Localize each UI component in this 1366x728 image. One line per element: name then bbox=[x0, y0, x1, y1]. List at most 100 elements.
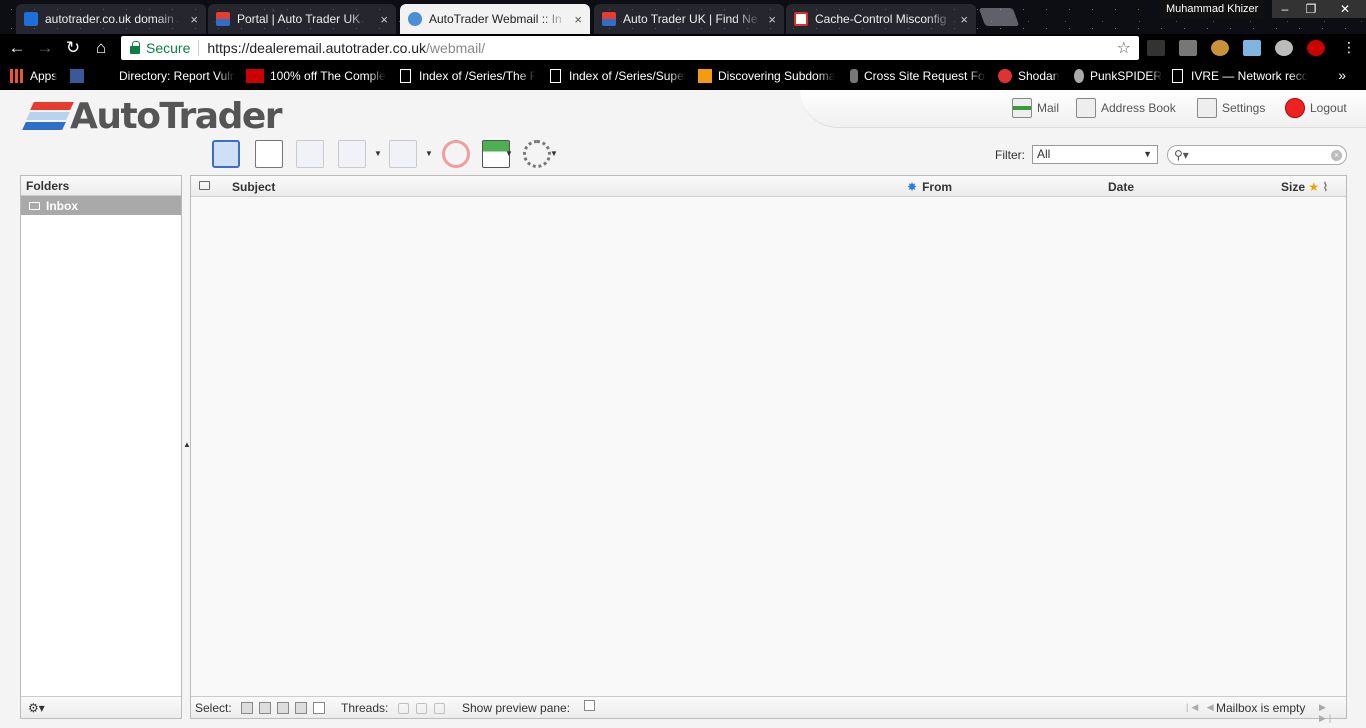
forward-button[interactable] bbox=[389, 140, 417, 168]
forward-dropdown-icon[interactable]: ▼ bbox=[425, 149, 433, 158]
refresh-button[interactable] bbox=[212, 140, 240, 168]
flag-icon: ✸ bbox=[907, 180, 918, 194]
folder-actions-menu[interactable]: ⚙▾ bbox=[21, 696, 181, 718]
more-dropdown-icon[interactable]: ▼ bbox=[550, 149, 558, 158]
document-icon bbox=[1172, 69, 1183, 83]
column-subject[interactable]: Subject bbox=[232, 180, 275, 194]
maximize-button[interactable]: ❐ bbox=[1298, 0, 1324, 18]
bookmark-punkspider[interactable]: PunkSPIDER bbox=[1074, 62, 1164, 90]
back-arrow-icon[interactable]: ← bbox=[6, 37, 28, 59]
tab-favicon-icon bbox=[408, 12, 422, 26]
home-icon[interactable]: ⌂ bbox=[90, 37, 112, 59]
address-bar[interactable]: Secure https://dealeremail.autotrader.co… bbox=[121, 36, 1139, 60]
bookmark-shodan[interactable]: Shodan bbox=[998, 62, 1062, 90]
folder-inbox[interactable]: Inbox bbox=[21, 196, 181, 215]
reply-button[interactable] bbox=[296, 140, 324, 168]
bookmark-index-1[interactable]: Index of /Series/The F bbox=[400, 62, 536, 90]
bookmark-csrf[interactable]: Cross Site Request For bbox=[850, 62, 986, 90]
browser-tab-5[interactable]: Cache-Control Misconfig × bbox=[786, 4, 976, 34]
star-icon: ★ bbox=[1308, 180, 1320, 194]
reload-icon[interactable]: ↻ bbox=[62, 37, 84, 59]
autotrader-logo[interactable]: AutoTrader bbox=[22, 96, 283, 137]
reply-all-dropdown-icon[interactable]: ▼ bbox=[374, 149, 382, 158]
column-size[interactable]: Size ★ ⌇ bbox=[1281, 180, 1328, 194]
more-button[interactable] bbox=[523, 140, 551, 168]
message-list: Subject ✸ From Date Size ★ ⌇ Select: Thre… bbox=[190, 175, 1347, 723]
select-unread-icon[interactable] bbox=[277, 702, 289, 714]
browser-menu-icon[interactable]: ⋮ bbox=[1342, 40, 1356, 56]
bookmark-ivre[interactable]: IVRE — Network reco bbox=[1172, 62, 1310, 90]
bookmark-directory[interactable]: Directory: Report Vuln bbox=[119, 62, 235, 90]
select-all-icon[interactable] bbox=[241, 702, 253, 714]
cookie-extension-icon[interactable] bbox=[1211, 40, 1229, 56]
logo-stripes-icon bbox=[22, 102, 74, 132]
lock-icon bbox=[130, 41, 140, 54]
tab-title: AutoTrader Webmail :: In bbox=[429, 12, 562, 26]
expand-all-threads-icon[interactable] bbox=[398, 703, 409, 714]
message-list-header: Subject ✸ From Date Size ★ ⌇ bbox=[191, 176, 1346, 197]
compose-button[interactable] bbox=[255, 140, 283, 168]
browser-tab-3-active[interactable]: AutoTrader Webmail :: In × bbox=[400, 4, 590, 34]
clear-search-icon[interactable]: × bbox=[1331, 150, 1342, 161]
extension-icon[interactable] bbox=[1275, 40, 1293, 56]
nav-mail[interactable]: Mail bbox=[1012, 98, 1059, 118]
preview-pane-label: Show preview pane: bbox=[462, 701, 571, 715]
url-path: /webmail/ bbox=[426, 40, 486, 56]
tab-close-icon[interactable]: × bbox=[574, 12, 582, 27]
camera-extension-icon[interactable] bbox=[1179, 40, 1197, 56]
document-icon bbox=[550, 69, 561, 83]
bookmarks-overflow-icon[interactable]: » bbox=[1338, 67, 1346, 83]
tab-close-icon[interactable]: × bbox=[960, 12, 968, 27]
collapse-all-threads-icon[interactable] bbox=[434, 703, 445, 714]
search-icon[interactable]: ⚲▾ bbox=[1174, 148, 1189, 162]
column-date[interactable]: Date bbox=[1108, 180, 1134, 194]
extension-icon[interactable] bbox=[1243, 40, 1261, 56]
adblock-extension-icon[interactable] bbox=[1307, 40, 1325, 56]
bookmark-facebook[interactable] bbox=[70, 62, 92, 90]
browser-tab-2[interactable]: Portal | Auto Trader UK × bbox=[208, 4, 396, 34]
select-invert-icon[interactable] bbox=[295, 702, 307, 714]
nav-address-book[interactable]: Address Book bbox=[1076, 98, 1176, 118]
preview-pane-checkbox[interactable] bbox=[584, 700, 595, 711]
tab-close-icon[interactable]: × bbox=[768, 12, 776, 27]
select-current-page-icon[interactable] bbox=[259, 702, 271, 714]
nav-logout[interactable]: Logout bbox=[1285, 98, 1347, 118]
next-last-page-icon[interactable]: ▶ ▶| bbox=[1319, 702, 1346, 724]
filter-select[interactable]: All ▼ bbox=[1032, 145, 1158, 164]
forward-arrow-icon[interactable]: → bbox=[34, 37, 56, 59]
inbox-icon bbox=[29, 201, 40, 210]
bookmark-star-icon[interactable]: ☆ bbox=[1117, 38, 1131, 58]
search-input[interactable]: ⚲▾ × bbox=[1167, 145, 1347, 165]
expand-unread-threads-icon[interactable] bbox=[416, 703, 427, 714]
settings-icon bbox=[1197, 98, 1217, 118]
select-none-icon[interactable] bbox=[313, 702, 325, 714]
bookmark-index-2[interactable]: Index of /Series/Super bbox=[550, 62, 686, 90]
tab-close-icon[interactable]: × bbox=[190, 12, 198, 27]
tab-close-icon[interactable]: × bbox=[380, 12, 388, 27]
tab-favicon-icon bbox=[24, 12, 38, 26]
first-prev-page-icon[interactable]: |◀ ◀ bbox=[1186, 702, 1217, 713]
new-tab-button[interactable] bbox=[978, 8, 1020, 26]
mark-dropdown-icon[interactable]: ▼ bbox=[505, 149, 513, 158]
browser-tab-4[interactable]: Auto Trader UK | Find Ne × bbox=[594, 4, 784, 34]
bookmark-apps[interactable]: Apps bbox=[10, 62, 66, 90]
message-list-footer: Select: Threads: Show preview pane: |◀ ◀… bbox=[191, 696, 1346, 723]
profile-button[interactable]: Muhammad Khizer bbox=[1160, 0, 1265, 18]
mail-download-icon bbox=[1012, 98, 1032, 118]
tab-title: Cache-Control Misconfig bbox=[815, 12, 947, 26]
close-window-button[interactable]: ✕ bbox=[1324, 0, 1366, 18]
figure-icon bbox=[850, 69, 858, 83]
extension-icon[interactable] bbox=[1147, 40, 1165, 56]
bookmark-subdomains[interactable]: Discovering Subdoma bbox=[698, 62, 836, 90]
minimize-button[interactable]: ‒ bbox=[1272, 0, 1298, 18]
delete-button[interactable] bbox=[442, 140, 470, 168]
list-options-icon[interactable] bbox=[199, 181, 210, 190]
bookmark-dg[interactable]: 100% off The Comple bbox=[246, 62, 386, 90]
reply-all-button[interactable] bbox=[338, 140, 366, 168]
column-from[interactable]: ✸ From bbox=[907, 180, 952, 194]
url-host: https://dealeremail.autotrader.co.uk bbox=[207, 40, 427, 56]
browser-tab-1[interactable]: autotrader.co.uk domain × bbox=[16, 4, 206, 34]
logo-text: AutoTrader bbox=[70, 96, 283, 137]
nav-settings[interactable]: Settings bbox=[1197, 98, 1265, 118]
apps-grid-icon bbox=[10, 69, 24, 83]
